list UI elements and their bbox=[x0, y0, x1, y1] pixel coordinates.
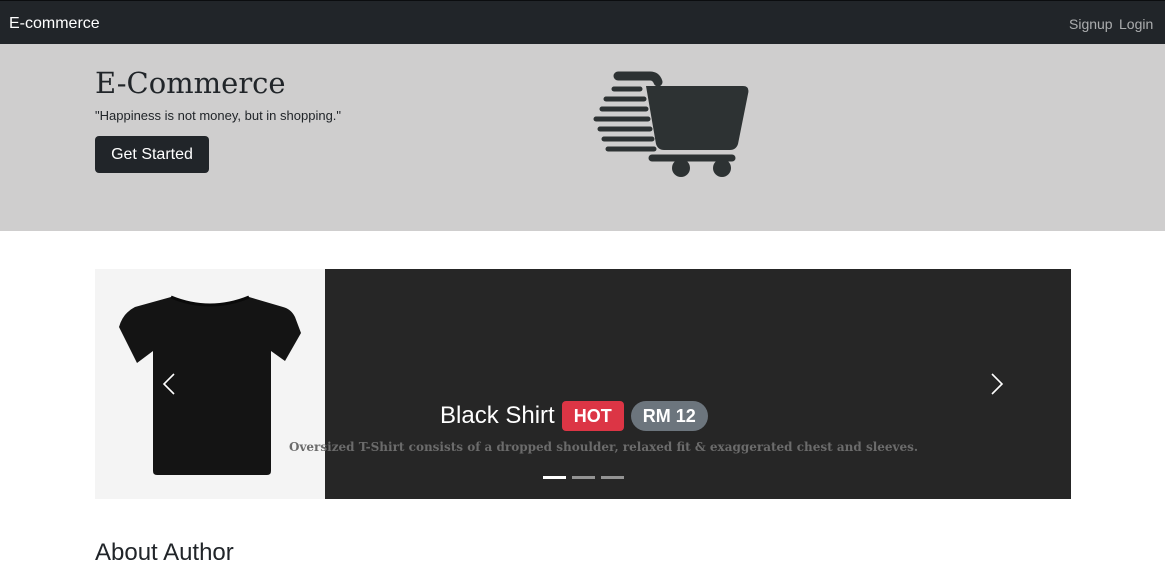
hero-title: E-Commerce bbox=[95, 66, 286, 100]
slide-description: Oversized T-Shirt consists of a dropped … bbox=[289, 440, 919, 454]
fast-shopping-cart-icon bbox=[593, 71, 749, 177]
top-navbar: E-commerce Signup Login bbox=[0, 0, 1165, 44]
hero-quote: "Happiness is not money, but in shopping… bbox=[95, 108, 342, 123]
product-carousel: Black Shirt HOT RM 12 Oversized T-Shirt … bbox=[95, 269, 1071, 499]
hero-jumbotron: E-Commerce "Happiness is not money, but … bbox=[0, 44, 1165, 231]
chevron-right-icon bbox=[991, 373, 1004, 395]
carousel-indicators bbox=[543, 476, 624, 479]
chevron-left-icon bbox=[162, 373, 175, 395]
carousel-indicator-3[interactable] bbox=[601, 476, 624, 479]
hot-badge: HOT bbox=[561, 401, 624, 431]
carousel-next-button[interactable] bbox=[982, 369, 1012, 399]
black-tshirt-image bbox=[119, 295, 301, 475]
carousel-indicator-2[interactable] bbox=[572, 476, 595, 479]
slide-image bbox=[95, 269, 325, 499]
carousel-indicator-1[interactable] bbox=[543, 476, 566, 479]
carousel-prev-button[interactable] bbox=[154, 369, 184, 399]
get-started-button[interactable]: Get Started bbox=[95, 136, 209, 173]
about-author-heading: About Author bbox=[95, 539, 234, 566]
navbar-brand[interactable]: E-commerce bbox=[9, 15, 100, 33]
login-link[interactable]: Login bbox=[1119, 16, 1153, 32]
slide-caption: Black Shirt HOT RM 12 bbox=[440, 398, 708, 434]
price-badge: RM 12 bbox=[630, 401, 708, 431]
signup-link[interactable]: Signup bbox=[1069, 16, 1113, 32]
slide-title: Black Shirt bbox=[440, 402, 555, 429]
